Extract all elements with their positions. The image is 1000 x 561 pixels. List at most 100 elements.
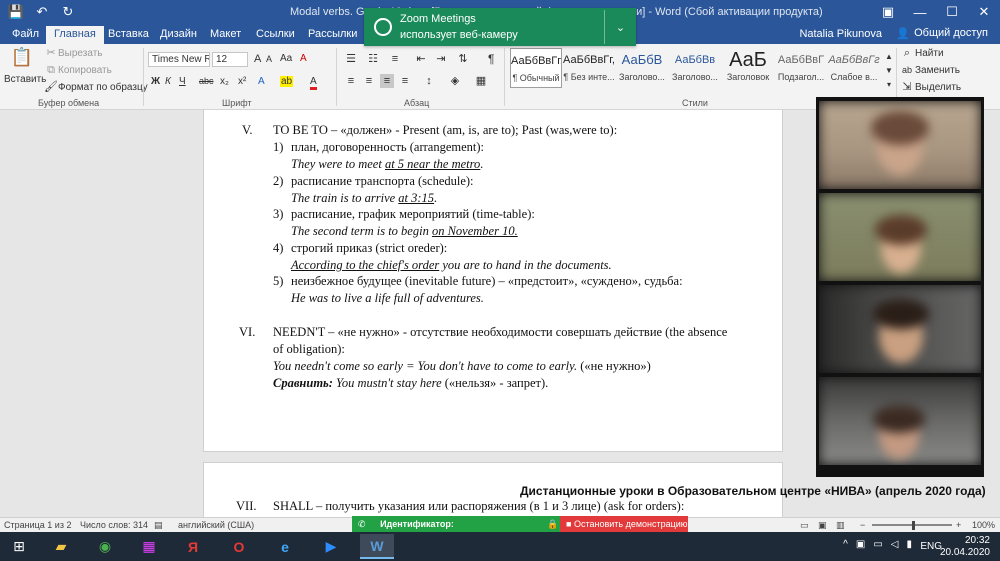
justify-icon[interactable]: ≡: [398, 74, 412, 88]
grow-font-button[interactable]: A: [254, 53, 261, 65]
line-spacing-icon[interactable]: ↕: [422, 74, 436, 88]
volume-icon[interactable]: ◁: [891, 539, 899, 550]
format-painter-button[interactable]: Формат по образцу: [58, 82, 148, 93]
list-number: 2): [273, 174, 284, 188]
strikethrough-button[interactable]: abc: [199, 76, 214, 86]
participant-video[interactable]: [819, 285, 981, 373]
highlight-button[interactable]: ab: [280, 76, 294, 87]
change-case-button[interactable]: Aa: [280, 53, 292, 64]
close-button[interactable]: ✕: [968, 0, 1000, 24]
font-size-select[interactable]: 12: [212, 52, 248, 67]
styles-scroll-up-icon[interactable]: ▲: [882, 50, 896, 64]
zoom-app-icon[interactable]: ▶: [314, 534, 348, 559]
undo-icon[interactable]: ↶: [32, 2, 52, 22]
show-formatting-button[interactable]: ¶: [488, 52, 494, 66]
multilevel-list-icon[interactable]: ≡: [388, 52, 402, 66]
tab-mailings[interactable]: Рассылки: [300, 26, 365, 44]
tab-home[interactable]: Главная: [46, 26, 104, 44]
redo-icon[interactable]: ↻: [58, 2, 78, 22]
decrease-indent-icon[interactable]: ⇤: [414, 52, 428, 66]
tab-references[interactable]: Ссылки: [248, 26, 303, 44]
ribbon-options-button[interactable]: ▣: [872, 0, 904, 24]
tab-file[interactable]: Файл: [4, 26, 47, 44]
align-center-icon[interactable]: ≡: [362, 74, 376, 88]
maximize-button[interactable]: ☐: [936, 0, 968, 24]
paste-button[interactable]: Вставить: [4, 74, 46, 85]
clock[interactable]: 20:32 20.04.2020: [940, 535, 990, 559]
cut-button[interactable]: Вырезать: [58, 48, 102, 59]
bullets-icon[interactable]: ☰: [344, 52, 358, 66]
style-subtitle[interactable]: АаБбВвГ Подзагол...: [775, 48, 827, 88]
underline-button[interactable]: Ч: [179, 76, 186, 87]
superscript-button[interactable]: x²: [238, 76, 246, 87]
document-page[interactable]: V. TO BE TO – «должен» - Present (am, is…: [203, 110, 783, 452]
participant-video[interactable]: [819, 377, 981, 465]
stop-share-button[interactable]: ■ Остановить демонстрацию: [560, 516, 688, 533]
internet-explorer-icon[interactable]: e: [268, 534, 302, 559]
copy-button[interactable]: Копировать: [58, 65, 112, 76]
save-icon[interactable]: 💾: [6, 2, 26, 22]
font-color-button[interactable]: A: [310, 76, 317, 90]
photo-app-icon[interactable]: ▦: [132, 534, 166, 559]
style-title[interactable]: АаБ Заголовок: [722, 48, 774, 88]
italic-button[interactable]: К: [165, 76, 171, 87]
chrome-icon[interactable]: ◉: [88, 534, 122, 559]
subscript-button[interactable]: x₂: [220, 76, 229, 87]
style-subtle-emphasis[interactable]: АаБбВвГг Слабое в...: [828, 48, 880, 88]
share-button[interactable]: 👤 Общий доступ: [896, 27, 988, 40]
shrink-font-button[interactable]: A: [266, 54, 272, 64]
borders-icon[interactable]: ▦: [474, 74, 488, 88]
zoom-slider-thumb[interactable]: [912, 521, 915, 530]
print-layout-icon[interactable]: ▣: [818, 520, 827, 531]
numbering-icon[interactable]: ☷: [366, 52, 380, 66]
shading-icon[interactable]: ◈: [448, 74, 462, 88]
page-count[interactable]: Страница 1 из 2: [4, 520, 71, 530]
zoom-video-strip[interactable]: [816, 97, 984, 477]
text-effects-button[interactable]: A: [258, 76, 265, 87]
zoom-level[interactable]: 100%: [972, 520, 995, 530]
styles-more-icon[interactable]: ▾: [882, 78, 896, 92]
word-app-icon[interactable]: W: [360, 534, 394, 559]
align-left-icon[interactable]: ≡: [344, 74, 358, 88]
show-hidden-icons-icon[interactable]: ^: [843, 539, 848, 550]
file-explorer-icon[interactable]: ▰: [44, 534, 78, 559]
chevron-down-icon[interactable]: ⌄: [604, 10, 636, 44]
replace-button[interactable]: Заменить: [915, 65, 960, 76]
proofing-icon[interactable]: ▤: [154, 520, 163, 531]
minimize-button[interactable]: —: [904, 0, 936, 24]
input-language[interactable]: ENG: [920, 541, 942, 552]
select-button[interactable]: Выделить: [915, 82, 961, 93]
sort-icon[interactable]: ⇅: [456, 52, 470, 66]
style-no-spacing[interactable]: АаБбВвГг, ¶ Без инте...: [563, 48, 615, 88]
bold-button[interactable]: Ж: [151, 76, 160, 87]
web-layout-icon[interactable]: ▥: [836, 520, 845, 531]
style-heading-2[interactable]: АаБбВв Заголово...: [669, 48, 721, 88]
font-family-select[interactable]: Times New R: [148, 52, 210, 67]
opera-icon[interactable]: O: [222, 534, 256, 559]
zoom-camera-notification[interactable]: Zoom Meetings использует веб-камеру ⌄: [364, 8, 636, 46]
participant-video[interactable]: [819, 193, 981, 281]
find-button[interactable]: Найти: [915, 48, 944, 59]
tab-layout[interactable]: Макет: [202, 26, 249, 44]
increase-indent-icon[interactable]: ⇥: [434, 52, 448, 66]
align-right-icon[interactable]: ≡: [380, 74, 394, 88]
participant-video[interactable]: [819, 101, 981, 189]
tab-design[interactable]: Дизайн: [152, 26, 205, 44]
user-name[interactable]: Natalia Pikunova: [799, 28, 882, 40]
network-icon[interactable]: ▮: [906, 539, 912, 550]
language-indicator[interactable]: английский (США): [178, 520, 254, 530]
zoom-out-icon[interactable]: −: [860, 520, 865, 530]
read-mode-icon[interactable]: ▭: [800, 520, 809, 531]
start-button[interactable]: ⊞: [2, 534, 36, 559]
yandex-browser-icon[interactable]: Я: [176, 534, 210, 559]
zoom-in-icon[interactable]: +: [956, 520, 961, 530]
styles-scroll-down-icon[interactable]: ▼: [882, 64, 896, 78]
notification-app-icon[interactable]: ▣: [856, 539, 865, 550]
style-heading-1[interactable]: АаБбВ Заголово...: [616, 48, 668, 88]
tab-insert[interactable]: Вставка: [100, 26, 157, 44]
clear-format-button[interactable]: A: [300, 53, 307, 64]
example-sentence: Сравнить: You mustn't stay here («нельзя…: [273, 376, 548, 391]
style-normal[interactable]: АаБбВвГг, ¶ Обычный: [510, 48, 562, 88]
battery-icon[interactable]: ▭: [873, 539, 882, 550]
word-count[interactable]: Число слов: 314: [80, 520, 148, 530]
